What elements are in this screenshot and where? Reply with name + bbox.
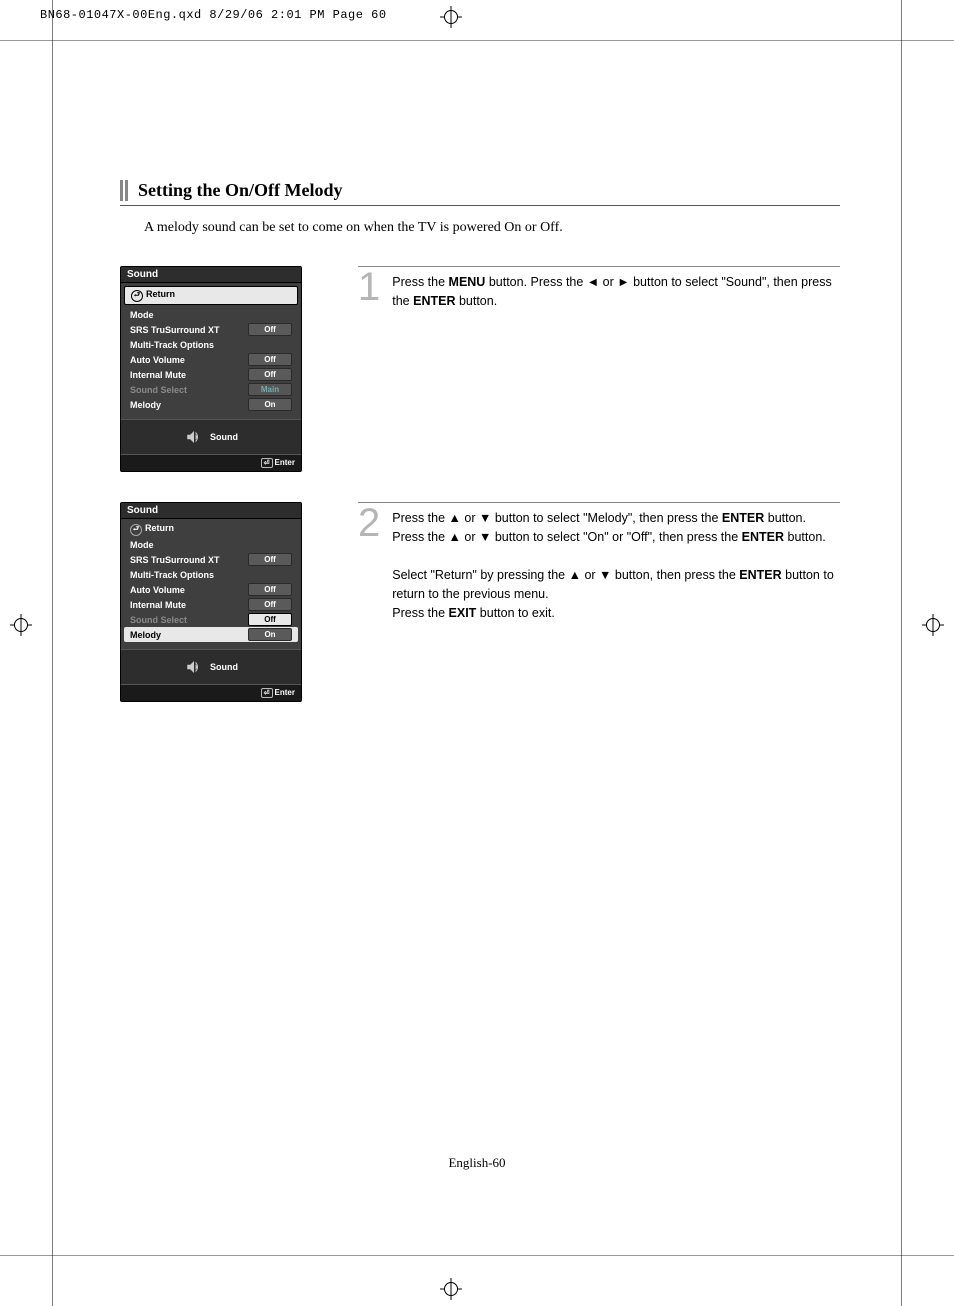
step-2: Sound ⮐Return Mode SRS TruSurround XTOff…: [120, 502, 840, 702]
osd-row-soundselect: Sound SelectOff: [124, 612, 298, 627]
step-number: 1: [358, 267, 380, 307]
step-instructions: Press the ▲ or ▼ button to select "Melod…: [392, 509, 840, 622]
osd-enter-strip: ⏎Enter: [121, 685, 301, 701]
speaker-icon: [184, 428, 204, 446]
osd-row-autovolume: Auto VolumeOff: [124, 352, 298, 367]
osd-title: Sound: [121, 267, 301, 283]
osd-footer: Sound: [121, 649, 301, 685]
down-arrow-icon: ▼: [599, 566, 611, 585]
osd-row-srs: SRS TruSurround XTOff: [124, 322, 298, 337]
page-footer: English-60: [0, 1155, 954, 1171]
section-title: Setting the On/Off Melody: [138, 180, 343, 201]
return-label: Return: [146, 289, 175, 299]
osd-return-row: ⮐Return: [124, 286, 298, 305]
osd-row-soundselect: Sound SelectMain: [124, 382, 298, 397]
up-arrow-icon: ▲: [449, 509, 461, 528]
trim-line: [0, 40, 954, 41]
registration-mark-icon: [440, 6, 462, 28]
trim-line: [901, 0, 902, 1306]
return-icon: ⮐: [131, 290, 143, 302]
osd-title: Sound: [121, 503, 301, 519]
osd-row-melody: MelodyOn: [124, 627, 298, 642]
enter-icon: ⏎: [261, 688, 273, 698]
right-arrow-icon: ►: [617, 273, 629, 292]
down-arrow-icon: ▼: [479, 528, 491, 547]
return-label: Return: [145, 523, 174, 533]
down-arrow-icon: ▼: [479, 509, 491, 528]
registration-mark-icon: [10, 614, 32, 636]
step-1: Sound ⮐Return Mode SRS TruSurround XTOff…: [120, 266, 840, 472]
intro-text: A melody sound can be set to come on whe…: [144, 220, 840, 236]
return-icon: ⮐: [130, 524, 142, 536]
step-number: 2: [358, 503, 380, 543]
osd-footer-label: Sound: [210, 432, 238, 442]
left-arrow-icon: ◄: [587, 273, 599, 292]
osd-row-multitrack: Multi-Track Options: [124, 337, 298, 352]
osd-row-multitrack: Multi-Track Options: [124, 567, 298, 582]
registration-mark-icon: [440, 1278, 462, 1300]
trim-line: [52, 0, 53, 1306]
heading-bars-icon: [120, 180, 128, 201]
osd-row-internalmute: Internal MuteOff: [124, 367, 298, 382]
enter-icon: ⏎: [261, 458, 273, 468]
speaker-icon: [184, 658, 204, 676]
print-header: BN68-01047X-00Eng.qxd 8/29/06 2:01 PM Pa…: [40, 8, 387, 22]
osd-row-internalmute: Internal MuteOff: [124, 597, 298, 612]
up-arrow-icon: ▲: [569, 566, 581, 585]
osd-enter-strip: ⏎Enter: [121, 455, 301, 471]
up-arrow-icon: ▲: [449, 528, 461, 547]
osd-return-row: ⮐Return: [124, 522, 298, 537]
osd-row-mode: Mode: [124, 537, 298, 552]
osd-row-srs: SRS TruSurround XTOff: [124, 552, 298, 567]
osd-row-mode: Mode: [124, 307, 298, 322]
osd-menu-screenshot: Sound ⮐Return Mode SRS TruSurround XTOff…: [120, 502, 302, 702]
registration-mark-icon: [922, 614, 944, 636]
section-heading: Setting the On/Off Melody: [120, 180, 840, 206]
osd-footer-label: Sound: [210, 662, 238, 672]
osd-footer: Sound: [121, 419, 301, 455]
trim-line: [0, 1255, 954, 1256]
osd-menu-screenshot: Sound ⮐Return Mode SRS TruSurround XTOff…: [120, 266, 302, 472]
step-instructions: Press the MENU button. Press the ◄ or ► …: [392, 273, 840, 311]
osd-row-autovolume: Auto VolumeOff: [124, 582, 298, 597]
osd-row-melody: MelodyOn: [124, 397, 298, 412]
